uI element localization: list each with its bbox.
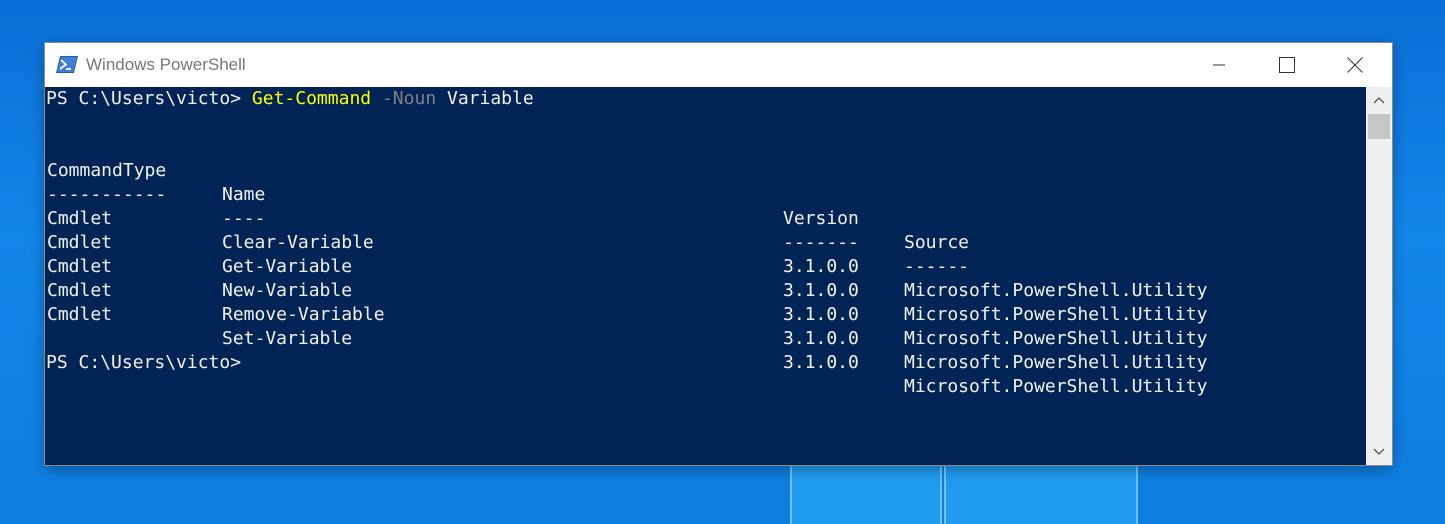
maximize-icon	[1279, 57, 1295, 73]
chevron-down-icon	[1373, 443, 1385, 461]
powershell-window: Windows PowerShell PS C:\Users\victo> Ge…	[45, 43, 1392, 465]
cell-name: Get-Variable	[222, 256, 353, 277]
table-row: Cmdlet Clear-Variable 3.1.0.0 Microsoft.…	[46, 183, 1207, 301]
cell-source: Microsoft.PowerShell.Utility	[904, 280, 1208, 301]
desktop-highlight	[790, 462, 942, 524]
cell-name: New-Variable	[222, 280, 353, 301]
cell-name: Remove-Variable	[222, 304, 385, 325]
command-argument: Variable	[447, 88, 534, 109]
final-prompt: PS C:\Users\victo>	[46, 352, 242, 373]
table-row: Cmdlet Get-Variable 3.1.0.0 Microsoft.Po…	[46, 207, 1207, 325]
table-header: CommandType Name Version Source	[46, 135, 969, 253]
cell-source: Microsoft.PowerShell.Utility	[904, 328, 1208, 349]
cell-source: Microsoft.PowerShell.Utility	[904, 376, 1208, 397]
command-cmdlet: Get-Command	[251, 88, 372, 109]
cell-version: 3.1.0.0	[783, 328, 859, 349]
cell-name: Clear-Variable	[222, 232, 374, 253]
cell-version: 3.1.0.0	[783, 256, 859, 277]
separator-name: ----	[222, 208, 266, 229]
table-row: Cmdlet New-Variable 3.1.0.0 Microsoft.Po…	[46, 231, 1207, 349]
title-bar[interactable]: Windows PowerShell	[45, 43, 1392, 87]
separator-source: ------	[904, 256, 970, 277]
cell-version: 3.1.0.0	[783, 352, 859, 373]
cell-version: 3.1.0.0	[783, 304, 859, 325]
header-version: Version	[783, 208, 859, 229]
close-icon	[1347, 57, 1363, 73]
header-source: Source	[904, 232, 970, 253]
vertical-scrollbar[interactable]	[1366, 87, 1392, 465]
scrollbar-thumb[interactable]	[1368, 114, 1390, 139]
console-output[interactable]: PS C:\Users\victo> Get-Command -Noun Var…	[45, 87, 1366, 465]
command-parameter: -Noun	[381, 88, 437, 109]
maximize-button[interactable]	[1253, 43, 1321, 87]
powershell-icon	[55, 55, 79, 74]
prompt: PS C:\Users\victo>	[46, 88, 252, 109]
table-row: Cmdlet Remove-Variable 3.1.0.0 Microsoft…	[46, 255, 1207, 373]
cell-version: 3.1.0.0	[783, 280, 859, 301]
separator-version: -------	[783, 232, 859, 253]
scroll-up-button[interactable]	[1366, 87, 1392, 113]
header-name: Name	[222, 184, 266, 205]
close-button[interactable]	[1321, 43, 1389, 87]
chevron-up-icon	[1373, 91, 1385, 109]
desktop-highlight	[944, 462, 1138, 524]
table-row: Cmdlet Set-Variable 3.1.0.0 Microsoft.Po…	[46, 279, 1207, 397]
scroll-down-button[interactable]	[1366, 439, 1392, 465]
command-line: PS C:\Users\victo> Get-Command -Noun Var…	[46, 87, 534, 111]
minimize-icon	[1213, 59, 1225, 71]
cell-source: Microsoft.PowerShell.Utility	[904, 304, 1208, 325]
window-title: Windows PowerShell	[86, 55, 246, 74]
table-separator: ----------- ---- ------- ------	[46, 159, 969, 277]
cell-name: Set-Variable	[222, 328, 353, 349]
minimize-button[interactable]	[1185, 43, 1253, 87]
cell-source: Microsoft.PowerShell.Utility	[904, 352, 1208, 373]
cell-commandtype: Cmdlet	[47, 304, 113, 325]
